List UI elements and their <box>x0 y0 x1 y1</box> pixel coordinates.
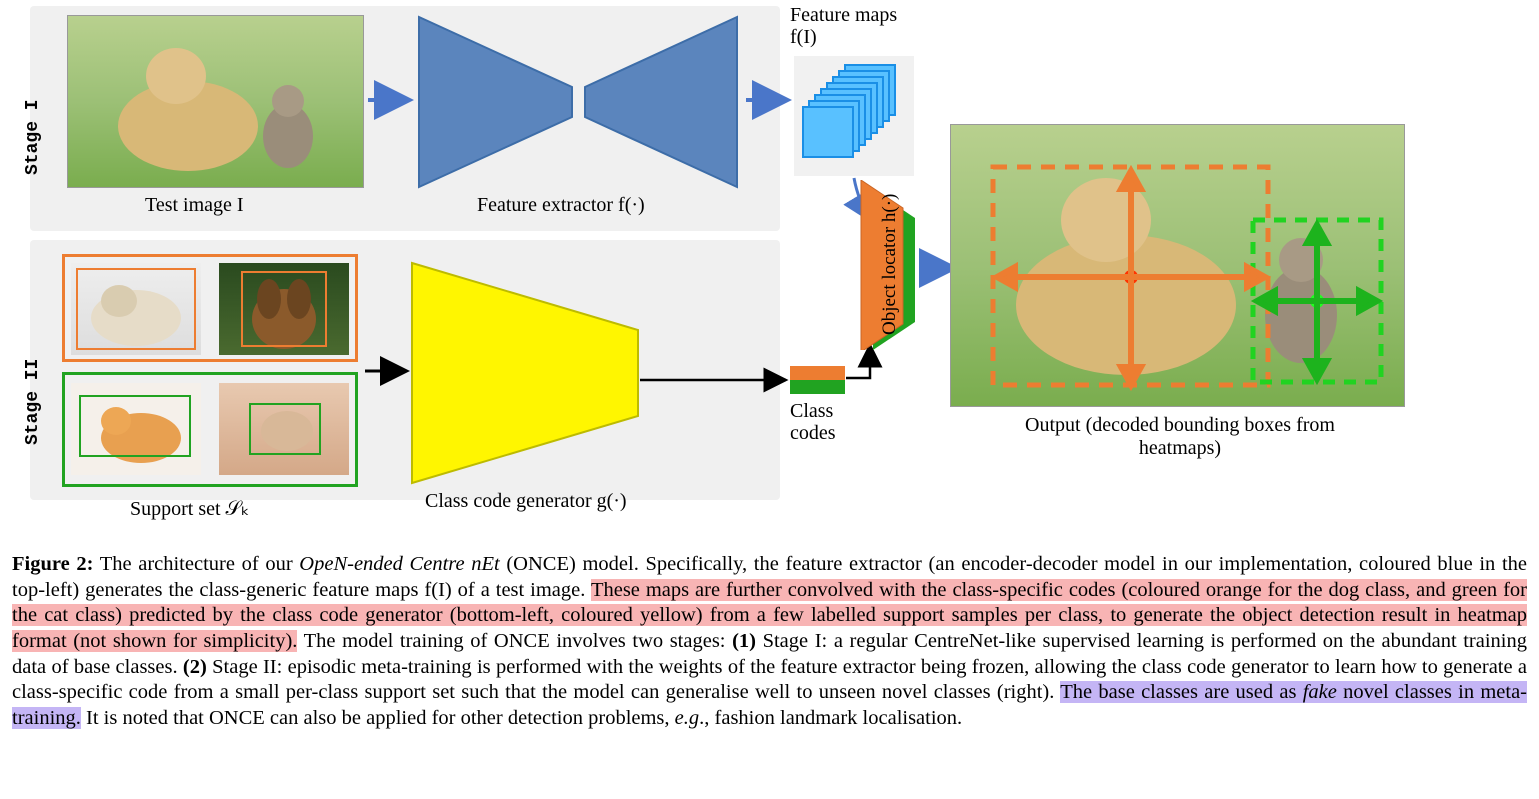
caption-t1: The architecture of our <box>93 553 299 575</box>
support-set-group <box>62 254 364 494</box>
caption-t3: The model training of ONCE involves two … <box>297 630 732 652</box>
object-locator-label: Object locator h(·) <box>879 194 901 335</box>
figure-caption: Figure 2: The architecture of our OpeN-e… <box>12 552 1527 731</box>
bold-2: (2) <box>183 656 207 678</box>
architecture-diagram: Stage I Stage II Test image I Feature ex… <box>0 0 1539 508</box>
bold-1: (1) <box>732 630 756 652</box>
class-codes-bars <box>790 366 845 394</box>
class-code-generator-label: Class code generator g(·) <box>425 490 627 513</box>
feature-maps-stack <box>794 56 914 176</box>
support-set-label: Support set 𝒮ₖ <box>130 496 250 521</box>
class-code-generator-shape <box>410 258 650 488</box>
feature-maps-label: Feature maps f(I) <box>790 4 910 48</box>
output-label: Output (decoded bounding boxes from heat… <box>990 414 1370 460</box>
caption-t6: It is noted that ONCE can also be applie… <box>81 707 675 729</box>
support-cat-row <box>62 372 358 487</box>
class-codes-label: Class codes <box>790 400 870 444</box>
support-dog-row <box>62 254 358 362</box>
caption-t7: ., fashion landmark localisation. <box>699 707 962 729</box>
class-code-orange <box>790 366 845 380</box>
eg-italic: e.g <box>675 707 699 729</box>
figure-number: Figure 2: <box>12 553 93 575</box>
model-name-italic: OpeN-ended Centre nEt <box>299 553 499 575</box>
class-code-green <box>790 380 845 394</box>
output-image <box>950 124 1405 407</box>
